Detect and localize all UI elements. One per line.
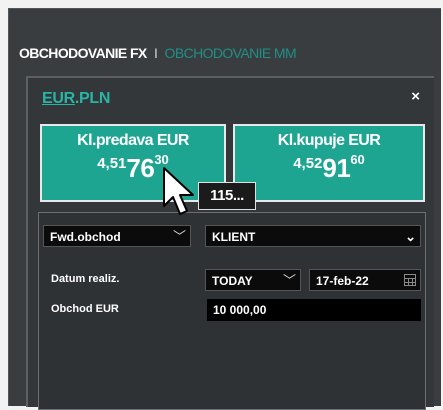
chevron-down-icon: ﹀ (282, 273, 296, 288)
buy-rate-lead: 4,52 (293, 155, 323, 172)
base-currency-link[interactable]: EUR (42, 90, 75, 107)
amount-field[interactable]: 10 000,00 (207, 299, 421, 321)
amount-label: Obchod EUR (51, 303, 119, 315)
chevron-down-icon: ﹀ (172, 229, 186, 244)
quote-currency: PLN (79, 90, 111, 107)
sell-rate-big: 76 (126, 153, 155, 183)
mouse-cursor-icon (163, 167, 194, 215)
spread-badge: 115... (198, 182, 256, 210)
amount-value: 10 000,00 (213, 303, 267, 317)
tab-bar: OBCHODOVANIE FX I OBCHODOVANIE MM (19, 45, 297, 61)
date-option-value: TODAY (212, 274, 253, 288)
sell-rate-pip: 30 (154, 152, 169, 167)
tab-fx-trading[interactable]: OBCHODOVANIE FX (19, 45, 147, 61)
close-icon[interactable]: × (411, 88, 420, 105)
date-field[interactable]: 17-feb-22 (309, 269, 421, 291)
client-value: KLIENT (212, 230, 256, 244)
buy-tile-title: Kl.kupuje EUR (277, 132, 381, 149)
buy-rate-big: 91 (322, 153, 351, 183)
tab-mm-trading[interactable]: OBCHODOVANIE MM (165, 45, 297, 61)
date-value: 17-feb-22 (316, 274, 369, 288)
client-select[interactable]: KLIENT ⌄ (205, 225, 421, 247)
buy-price-tile[interactable]: Kl.kupuje EUR 4,529160 (233, 124, 425, 202)
sell-rate-lead: 4,51 (97, 155, 127, 172)
chevron-down-icon: ⌄ (405, 229, 416, 244)
tab-separator: I (153, 45, 158, 61)
currency-pair-title: EUR.PLN (42, 90, 110, 108)
date-label: Datum realiz. (51, 273, 120, 285)
sell-tile-title: Kl.predava EUR (77, 132, 189, 149)
order-form: Fwd.obchod ﹀ KLIENT ⌄ Datum realiz. TODA… (38, 212, 426, 410)
buy-rate: 4,529160 (235, 152, 423, 184)
buy-rate-pip: 60 (350, 152, 365, 167)
calendar-icon[interactable] (404, 274, 416, 286)
date-option-select[interactable]: TODAY ﹀ (205, 269, 301, 291)
currency-pair-widget: EUR.PLN × Kl.predava EUR 4,517630 Kl.kup… (26, 76, 434, 410)
trade-type-value: Fwd.obchod (50, 230, 121, 244)
trade-type-select[interactable]: Fwd.obchod ﹀ (43, 225, 191, 247)
